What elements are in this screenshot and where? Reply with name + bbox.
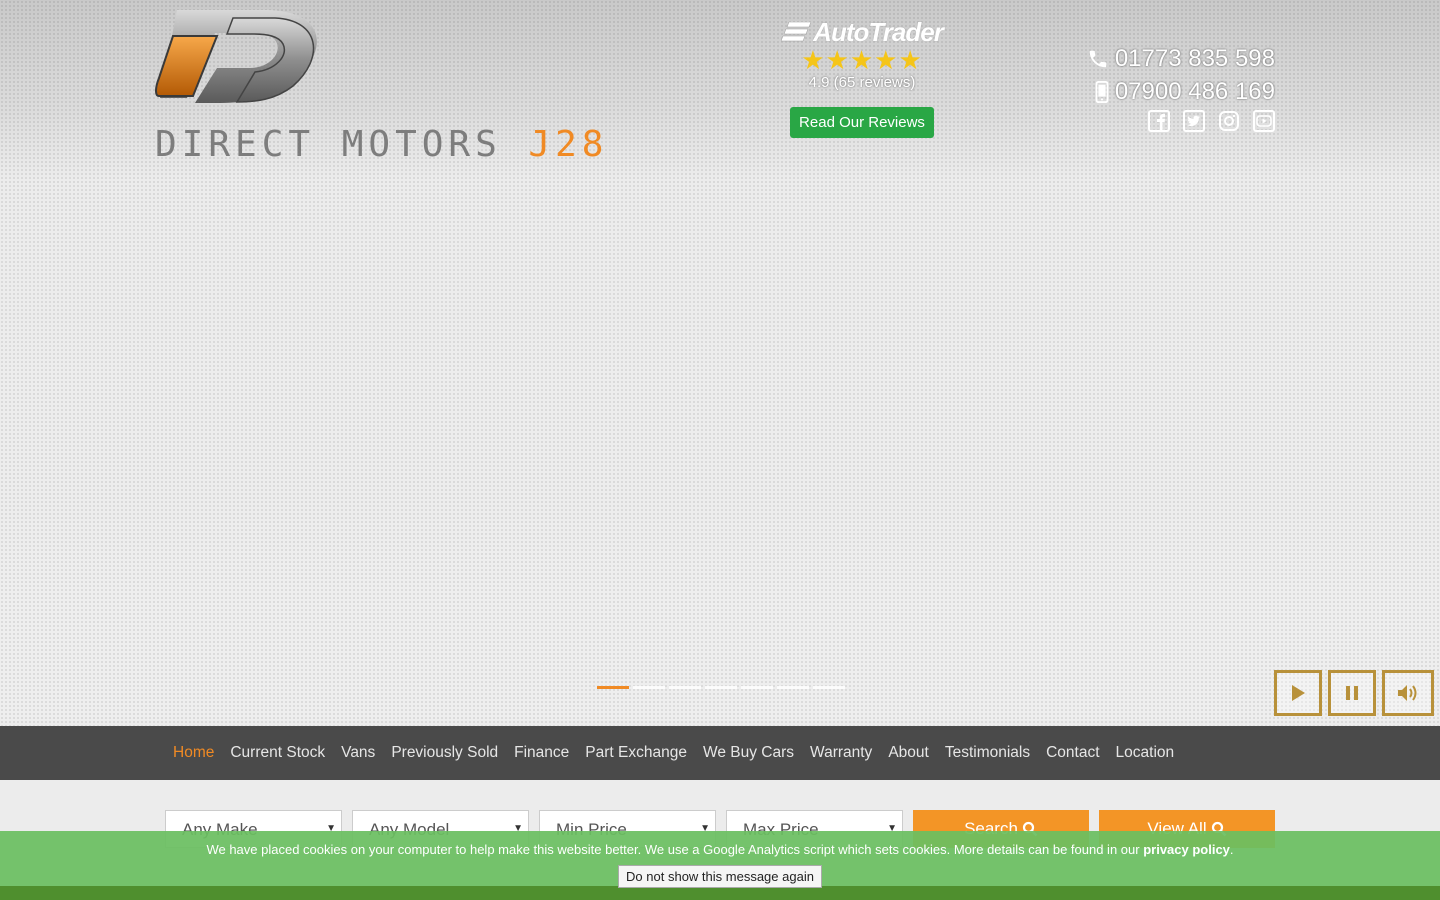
main-navbar: Home Current Stock Vans Previously Sold … [0, 726, 1440, 780]
nav-about[interactable]: About [888, 744, 929, 762]
landline-link[interactable]: 01773 835 598 [1087, 42, 1275, 75]
mobile-link[interactable]: 07900 486 169 [1087, 75, 1275, 108]
volume-icon [1398, 685, 1417, 701]
pause-icon [1346, 686, 1358, 700]
logo-mark-icon [155, 10, 317, 103]
slider-pagination [597, 686, 845, 689]
footer-band [0, 886, 1440, 900]
nav-location[interactable]: Location [1116, 744, 1175, 762]
twitter-icon[interactable] [1183, 110, 1205, 132]
cookie-banner: We have placed cookies on your computer … [0, 831, 1440, 888]
nav-we-buy-cars[interactable]: We Buy Cars [703, 744, 794, 762]
contact-info: 01773 835 598 07900 486 169 [1087, 42, 1275, 132]
nav-warranty[interactable]: Warranty [810, 744, 872, 762]
site-logo[interactable]: DIRECT MOTORS J28 [155, 8, 603, 165]
slider-dot[interactable] [597, 686, 629, 689]
youtube-icon[interactable] [1253, 110, 1275, 132]
landline-number: 01773 835 598 [1114, 45, 1275, 72]
nav-finance[interactable]: Finance [514, 744, 569, 762]
autotrader-logo[interactable]: AutoTrader [776, 17, 948, 47]
mobile-icon [1095, 80, 1109, 103]
nav-contact[interactable]: Contact [1046, 744, 1099, 762]
slider-dot[interactable] [633, 686, 665, 689]
social-links [1087, 110, 1275, 132]
slider-dot[interactable] [669, 686, 701, 689]
nav-vans[interactable]: Vans [341, 744, 375, 762]
slider-dot[interactable] [741, 686, 773, 689]
slider-dot[interactable] [705, 686, 737, 689]
autotrader-widget: AutoTrader ★★★★★ 4.9 (65 reviews) Read O… [776, 17, 948, 138]
nav-current-stock[interactable]: Current Stock [230, 744, 325, 762]
nav-home[interactable]: Home [173, 744, 214, 762]
rating-stars: ★★★★★ [801, 45, 923, 75]
slider-dot[interactable] [777, 686, 809, 689]
play-icon [1292, 685, 1305, 701]
slider-dot[interactable] [813, 686, 845, 689]
pause-button[interactable] [1328, 670, 1376, 716]
phone-icon [1089, 50, 1107, 67]
nav-previously-sold[interactable]: Previously Sold [391, 744, 498, 762]
facebook-icon[interactable] [1148, 110, 1170, 132]
logo-wordmark: DIRECT MOTORS J28 [155, 124, 609, 165]
rating-text: 4.9 (65 reviews) [808, 74, 916, 91]
dismiss-cookie-button[interactable]: Do not show this message again [618, 865, 822, 888]
nav-testimonials[interactable]: Testimonials [945, 744, 1030, 762]
main-nav: Home Current Stock Vans Previously Sold … [173, 726, 1174, 780]
read-reviews-button[interactable]: Read Our Reviews [790, 107, 934, 138]
privacy-policy-link[interactable]: privacy policy [1143, 842, 1230, 857]
slider-controls [1274, 670, 1434, 716]
nav-part-exchange[interactable]: Part Exchange [585, 744, 687, 762]
play-button[interactable] [1274, 670, 1322, 716]
volume-button[interactable] [1382, 670, 1434, 716]
instagram-icon[interactable] [1218, 110, 1240, 132]
cookie-message: We have placed cookies on your computer … [206, 842, 1234, 857]
mobile-number: 07900 486 169 [1114, 78, 1275, 105]
autotrader-mark-icon [781, 22, 812, 42]
